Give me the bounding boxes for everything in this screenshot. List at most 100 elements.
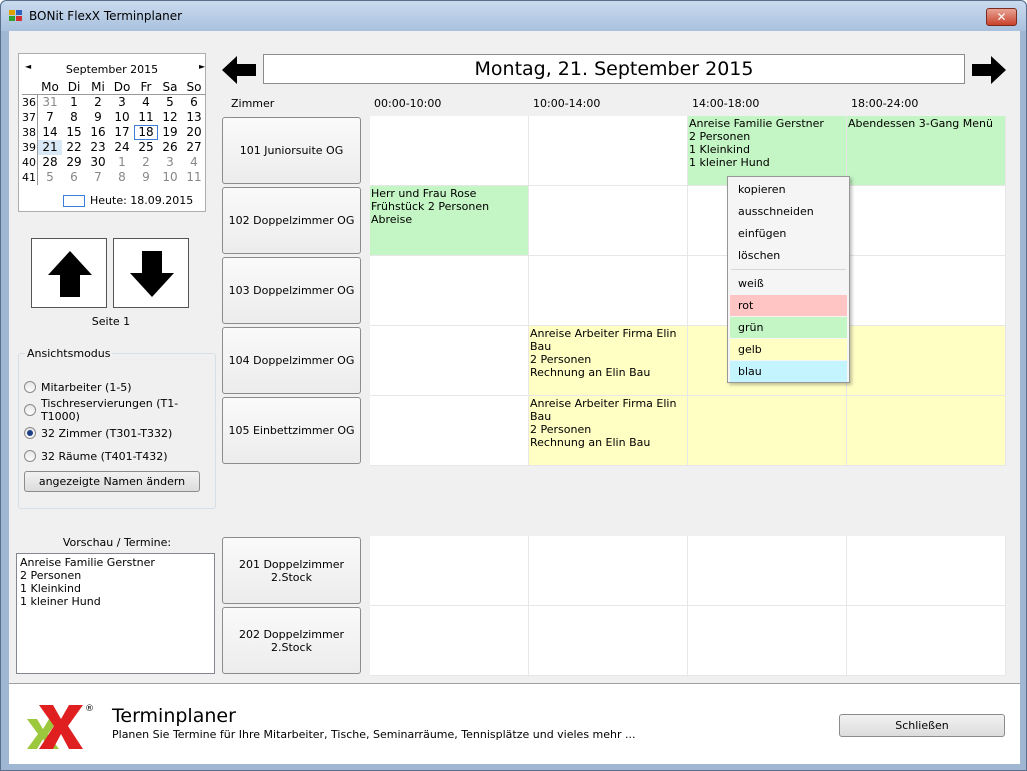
radio-button-icon[interactable] xyxy=(24,381,36,393)
calendar-day[interactable]: 3 xyxy=(110,95,134,110)
page-up-button[interactable] xyxy=(31,238,107,308)
room-button[interactable]: 201 Doppelzimmer 2.Stock xyxy=(222,537,361,604)
calendar-day[interactable]: 1 xyxy=(62,95,86,110)
close-button[interactable]: Schließen xyxy=(839,714,1005,737)
next-day-arrow-icon[interactable] xyxy=(971,55,1007,85)
calendar-day[interactable]: 18 xyxy=(134,125,158,140)
radio-raeume[interactable]: 32 Räume (T401-T432) xyxy=(24,448,168,464)
calendar-day[interactable]: 10 xyxy=(158,170,182,185)
menu-item-kopieren[interactable]: kopieren xyxy=(730,179,847,200)
schedule-cell[interactable]: Anreise Arbeiter Firma Elin Bau 2 Person… xyxy=(529,326,688,396)
calendar-day[interactable]: 28 xyxy=(38,155,62,170)
schedule-cell[interactable]: Abendessen 3-Gang Menü xyxy=(847,116,1006,186)
room-button[interactable]: 101 Juniorsuite OG xyxy=(222,117,361,184)
calendar-day[interactable]: 22 xyxy=(62,140,86,155)
calendar-day[interactable]: 9 xyxy=(86,110,110,125)
schedule-cell[interactable] xyxy=(370,396,529,466)
calendar-day[interactable]: 26 xyxy=(158,140,182,155)
schedule-cell[interactable] xyxy=(847,606,1006,676)
schedule-cell[interactable] xyxy=(847,256,1006,326)
calendar-day[interactable]: 8 xyxy=(62,110,86,125)
schedule-cell[interactable] xyxy=(847,396,1006,466)
radio-zimmer[interactable]: 32 Zimmer (T301-T332) xyxy=(24,425,172,441)
calendar-day[interactable]: 8 xyxy=(110,170,134,185)
schedule-cell[interactable]: Anreise Arbeiter Firma Elin Bau 2 Person… xyxy=(529,396,688,466)
schedule-cell[interactable] xyxy=(370,116,529,186)
calendar-day[interactable]: 14 xyxy=(38,125,62,140)
room-button[interactable]: 202 Doppelzimmer 2.Stock xyxy=(222,607,361,674)
menu-item-gelb[interactable]: gelb xyxy=(730,339,847,360)
calendar-day[interactable]: 6 xyxy=(182,95,206,110)
calendar-day[interactable]: 2 xyxy=(86,95,110,110)
calendar-day[interactable]: 12 xyxy=(158,110,182,125)
calendar-day[interactable]: 19 xyxy=(158,125,182,140)
calendar-day[interactable]: 29 xyxy=(62,155,86,170)
calendar-day[interactable]: 10 xyxy=(110,110,134,125)
menu-item-weiss[interactable]: weiß xyxy=(730,273,847,294)
calendar-day[interactable]: 4 xyxy=(134,95,158,110)
schedule-cell[interactable] xyxy=(529,256,688,326)
menu-item-ausschneiden[interactable]: ausschneiden xyxy=(730,201,847,222)
schedule-cell[interactable] xyxy=(529,606,688,676)
schedule-cell[interactable] xyxy=(370,536,529,606)
calendar-day[interactable]: 17 xyxy=(110,125,134,140)
calendar-today-link[interactable]: Heute: 18.09.2015 xyxy=(90,194,193,207)
calendar-day[interactable]: 4 xyxy=(182,155,206,170)
calendar-day[interactable]: 7 xyxy=(38,110,62,125)
previous-day-arrow-icon[interactable] xyxy=(221,55,257,85)
calendar-day[interactable]: 27 xyxy=(182,140,206,155)
menu-item-einfuegen[interactable]: einfügen xyxy=(730,223,847,244)
calendar-day[interactable]: 3 xyxy=(158,155,182,170)
preview-textbox[interactable]: Anreise Familie Gerstner 2 Personen 1 Kl… xyxy=(16,553,215,674)
menu-item-gruen[interactable]: grün xyxy=(730,317,847,338)
month-calendar[interactable]: ◄ September 2015 ► Mo Di Mi Do Fr Sa So 36 31 1 2 3… xyxy=(18,53,206,212)
window-close-button[interactable]: ✕ xyxy=(986,8,1017,26)
schedule-cell[interactable] xyxy=(529,536,688,606)
calendar-day[interactable]: 20 xyxy=(182,125,206,140)
calendar-day[interactable]: 2 xyxy=(134,155,158,170)
radio-button-icon[interactable] xyxy=(24,404,36,416)
calendar-month-title[interactable]: September 2015 xyxy=(19,63,205,76)
schedule-cell[interactable] xyxy=(370,326,529,396)
calendar-day[interactable]: 11 xyxy=(134,110,158,125)
schedule-cell[interactable] xyxy=(847,326,1006,396)
calendar-day[interactable]: 13 xyxy=(182,110,206,125)
schedule-cell[interactable] xyxy=(529,186,688,256)
calendar-day[interactable]: 30 xyxy=(86,155,110,170)
schedule-cell[interactable] xyxy=(688,606,847,676)
rename-names-button[interactable]: angezeigte Namen ändern xyxy=(24,471,200,492)
calendar-day[interactable]: 24 xyxy=(110,140,134,155)
radio-tischreservierungen[interactable]: Tischreservierungen (T1-T1000) xyxy=(24,397,215,423)
calendar-day[interactable]: 21 xyxy=(38,140,62,155)
calendar-day[interactable]: 15 xyxy=(62,125,86,140)
calendar-day[interactable]: 11 xyxy=(182,170,206,185)
calendar-day[interactable]: 31 xyxy=(38,95,62,110)
radio-button-icon[interactable] xyxy=(24,427,36,439)
calendar-day[interactable]: 7 xyxy=(86,170,110,185)
radio-button-icon[interactable] xyxy=(24,450,36,462)
calendar-day[interactable]: 9 xyxy=(134,170,158,185)
schedule-cell[interactable] xyxy=(847,536,1006,606)
calendar-day[interactable]: 23 xyxy=(86,140,110,155)
calendar-day[interactable]: 5 xyxy=(158,95,182,110)
schedule-cell[interactable] xyxy=(847,186,1006,256)
calendar-day[interactable]: 6 xyxy=(62,170,86,185)
calendar-day[interactable]: 16 xyxy=(86,125,110,140)
menu-item-loeschen[interactable]: löschen xyxy=(730,245,847,266)
room-button[interactable]: 104 Doppelzimmer OG xyxy=(222,327,361,394)
calendar-day[interactable]: 1 xyxy=(110,155,134,170)
room-button[interactable]: 105 Einbettzimmer OG xyxy=(222,397,361,464)
calendar-day[interactable]: 25 xyxy=(134,140,158,155)
schedule-cell[interactable] xyxy=(688,536,847,606)
menu-item-blau[interactable]: blau xyxy=(730,361,847,382)
title-bar[interactable]: BONit FlexX Terminplaner ✕ xyxy=(1,1,1026,31)
calendar-day[interactable]: 5 xyxy=(38,170,62,185)
room-button[interactable]: 103 Doppelzimmer OG xyxy=(222,257,361,324)
schedule-cell[interactable] xyxy=(370,256,529,326)
radio-mitarbeiter[interactable]: Mitarbeiter (1-5) xyxy=(24,379,132,395)
room-button[interactable]: 102 Doppelzimmer OG xyxy=(222,187,361,254)
menu-item-rot[interactable]: rot xyxy=(730,295,847,316)
schedule-cell[interactable]: Herr und Frau Rose Frühstück 2 Personen … xyxy=(370,186,529,256)
schedule-cell[interactable] xyxy=(529,116,688,186)
next-month-icon[interactable]: ► xyxy=(199,62,205,71)
